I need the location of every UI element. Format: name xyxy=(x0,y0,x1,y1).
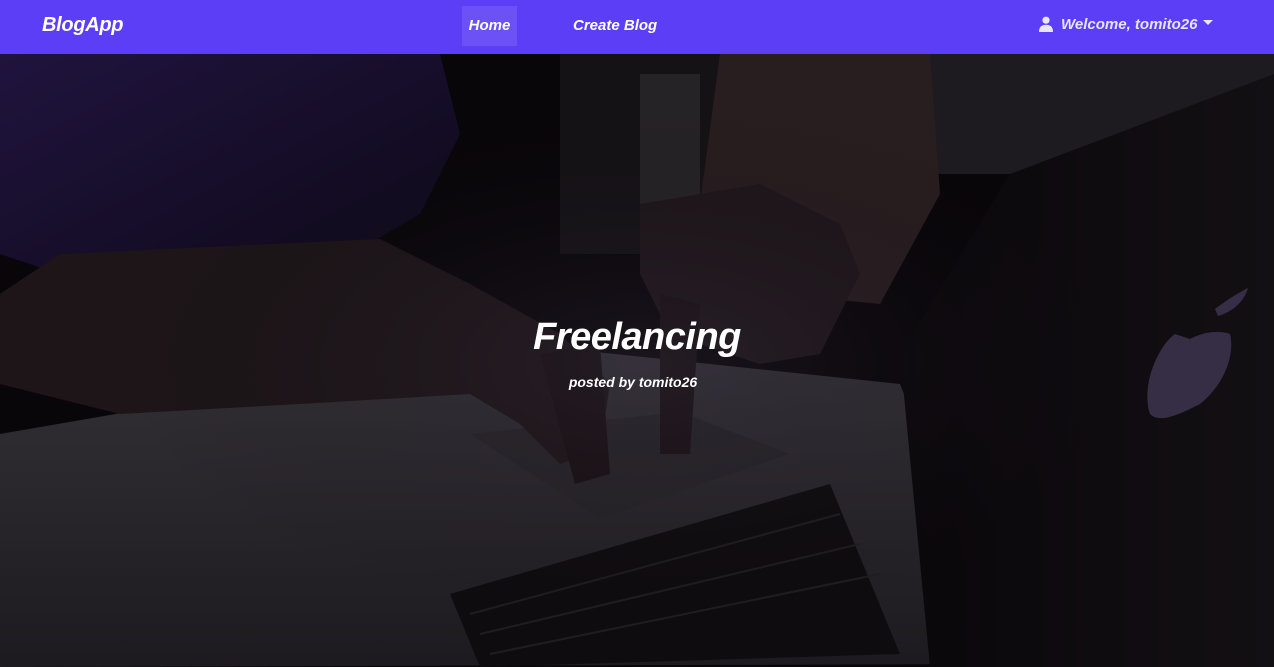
hero-banner: Freelancing posted by tomito26 xyxy=(0,54,1274,667)
caret-down-icon xyxy=(1203,20,1214,25)
navbar: BlogApp Home Create Blog Welcome, tomito… xyxy=(0,0,1274,54)
nav-link-create-blog[interactable]: Create Blog xyxy=(565,6,665,46)
post-byline: posted by tomito26 xyxy=(568,374,698,390)
user-welcome-label: Welcome, tomito26 xyxy=(1061,15,1198,33)
nav-links: Home Create Blog xyxy=(462,6,665,46)
nav-link-home[interactable]: Home xyxy=(462,6,517,46)
post-title: Freelancing xyxy=(533,316,741,358)
hero-background-image xyxy=(0,54,1274,667)
user-icon xyxy=(1039,16,1053,32)
brand-logo[interactable]: BlogApp xyxy=(42,14,124,37)
user-menu-dropdown[interactable]: Welcome, tomito26 xyxy=(1038,12,1214,36)
